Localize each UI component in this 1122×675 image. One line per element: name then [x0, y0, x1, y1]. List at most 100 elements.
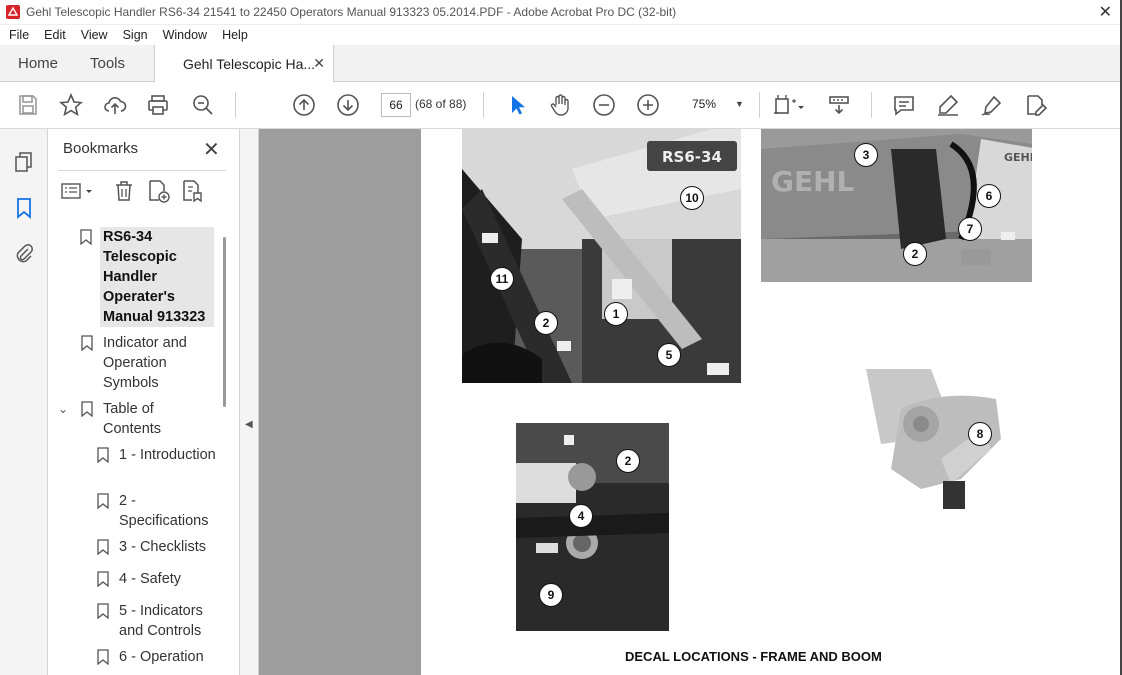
bookmark-label: Table of Contents: [103, 401, 162, 437]
menu-bar: File Edit View Sign Window Help: [0, 24, 1122, 46]
callout-number: 10: [680, 186, 704, 210]
panel-collapse-strip[interactable]: ◀: [240, 129, 259, 675]
bookmark-icon: [97, 603, 109, 619]
bookmark-item-checklists[interactable]: 3 - Checklists: [97, 537, 219, 557]
bookmark-tag-icon[interactable]: [180, 179, 204, 203]
previous-page-icon[interactable]: [292, 93, 316, 117]
bookmarks-scrollbar[interactable]: [223, 237, 226, 407]
zoom-level-value: 75%: [692, 97, 717, 111]
zoom-search-icon[interactable]: [191, 93, 215, 117]
toolbar-separator: [235, 92, 236, 118]
bookmark-options-icon[interactable]: [60, 179, 100, 203]
tab-close-button[interactable]: ✕: [313, 55, 325, 72]
bookmark-item-specifications[interactable]: 2 - Specifications: [97, 491, 219, 531]
callout-number: 5: [657, 343, 681, 367]
callout-number: 1: [604, 302, 628, 326]
document-viewer[interactable]: RS6-34 GEHL GEHL: [259, 129, 1122, 675]
save-icon[interactable]: [16, 93, 40, 117]
window-close-button[interactable]: ✕: [1099, 2, 1112, 22]
bookmark-icon: [80, 229, 92, 245]
tab-home[interactable]: Home: [18, 45, 58, 81]
menu-sign[interactable]: Sign: [117, 28, 154, 42]
sign-pen-icon[interactable]: [980, 93, 1004, 117]
chevron-down-icon[interactable]: ⌄: [58, 399, 68, 419]
callout-number: 8: [968, 422, 992, 446]
brand-badge-small: GEHL: [1004, 151, 1032, 164]
bookmark-icon: [97, 571, 109, 587]
bookmark-label: 5 - Indicators and Controls: [119, 603, 203, 639]
page-fit-icon[interactable]: [772, 93, 806, 117]
bookmark-icon: [81, 401, 93, 417]
new-bookmark-icon[interactable]: [146, 179, 170, 203]
bookmark-icon: [97, 539, 109, 555]
delete-bookmark-icon[interactable]: [112, 179, 136, 203]
highlight-pen-icon[interactable]: [936, 93, 960, 117]
bookmark-label: RS6-34 Telescopic Handler Operater's Man…: [103, 229, 206, 325]
photo-hydraulic-tank: [516, 423, 669, 631]
attachment-icon[interactable]: [13, 243, 35, 265]
callout-number: 11: [490, 267, 514, 291]
print-icon[interactable]: [146, 93, 170, 117]
star-icon[interactable]: [59, 92, 83, 117]
menu-edit[interactable]: Edit: [38, 28, 72, 42]
bookmark-label: 1 - Introduction: [119, 447, 216, 463]
bookmark-item-introduction[interactable]: 1 - Introduction: [97, 445, 219, 465]
photo-boom-frame: RS6-34: [462, 129, 741, 383]
menu-view[interactable]: View: [75, 28, 114, 42]
toolbar-separator: [483, 92, 484, 118]
menu-file[interactable]: File: [3, 28, 35, 42]
callout-number: 2: [616, 449, 640, 473]
bookmark-item-indicators-controls[interactable]: 5 - Indicators and Controls: [97, 601, 219, 641]
window-title: Gehl Telescopic Handler RS6-34 21541 to …: [26, 5, 677, 19]
zoom-in-icon[interactable]: [636, 93, 660, 117]
bookmark-label: 2 - Specifications: [119, 493, 209, 529]
page-count: (68 of 88): [415, 97, 467, 111]
callout-number: 3: [854, 143, 878, 167]
zoom-level-select[interactable]: 75% ▼: [684, 93, 746, 115]
scroll-mode-icon[interactable]: [827, 93, 851, 117]
chevron-down-icon: ▼: [735, 99, 744, 109]
tab-bar: Home Tools Gehl Telescopic Ha... ✕: [0, 45, 1122, 82]
bookmark-icon: [81, 335, 93, 351]
bookmark-item-manual[interactable]: RS6-34 Telescopic Handler Operater's Man…: [80, 227, 214, 327]
bookmarks-close-button[interactable]: ✕: [203, 137, 220, 162]
bookmark-item-indicator-symbols[interactable]: Indicator and Operation Symbols: [81, 333, 223, 393]
select-cursor-icon[interactable]: [505, 93, 529, 117]
navigation-rail: [0, 129, 48, 675]
callout-number: 2: [534, 311, 558, 335]
bookmark-label: Indicator and Operation Symbols: [103, 335, 187, 391]
menu-help[interactable]: Help: [216, 28, 254, 42]
bookmark-icon: [97, 493, 109, 509]
title-bar: Gehl Telescopic Handler RS6-34 21541 to …: [0, 0, 1122, 25]
bookmark-icon: [97, 447, 109, 463]
zoom-out-icon[interactable]: [592, 93, 616, 117]
bookmark-icon: [97, 649, 109, 665]
tab-tools[interactable]: Tools: [90, 45, 125, 81]
callout-number: 7: [958, 217, 982, 241]
menu-window[interactable]: Window: [157, 28, 213, 42]
tab-document-label: Gehl Telescopic Ha...: [183, 55, 316, 72]
bookmark-item-safety[interactable]: 4 - Safety: [97, 569, 219, 589]
next-page-icon[interactable]: [336, 93, 360, 117]
callout-number: 6: [977, 184, 1001, 208]
bookmark-icon[interactable]: [13, 197, 35, 219]
callout-number: 9: [539, 583, 563, 607]
tab-document[interactable]: Gehl Telescopic Ha... ✕: [154, 45, 334, 82]
edit-pdf-icon[interactable]: [1024, 93, 1048, 117]
callout-number: 4: [569, 504, 593, 528]
bookmarks-title: Bookmarks: [63, 140, 139, 157]
chevron-left-icon[interactable]: ◀: [245, 419, 253, 430]
bookmark-label: 6 - Operation: [119, 649, 204, 665]
toolbar-separator: [759, 92, 760, 118]
comment-icon[interactable]: [892, 93, 916, 117]
bookmark-item-operation[interactable]: 6 - Operation: [97, 647, 219, 667]
upload-cloud-icon[interactable]: [103, 93, 127, 117]
page-thumbnails-icon[interactable]: [13, 151, 35, 173]
bookmark-item-table-of-contents[interactable]: ⌄ Table of Contents: [58, 399, 183, 439]
acrobat-app-icon: [6, 5, 20, 19]
bookmarks-panel: Bookmarks ✕ RS6-34 Telescopic Handler Op…: [48, 129, 240, 675]
hand-tool-icon[interactable]: [548, 93, 572, 117]
page-number-input[interactable]: 66: [381, 93, 411, 117]
bookmark-label: 3 - Checklists: [119, 539, 207, 555]
callout-number: 2: [903, 242, 927, 266]
